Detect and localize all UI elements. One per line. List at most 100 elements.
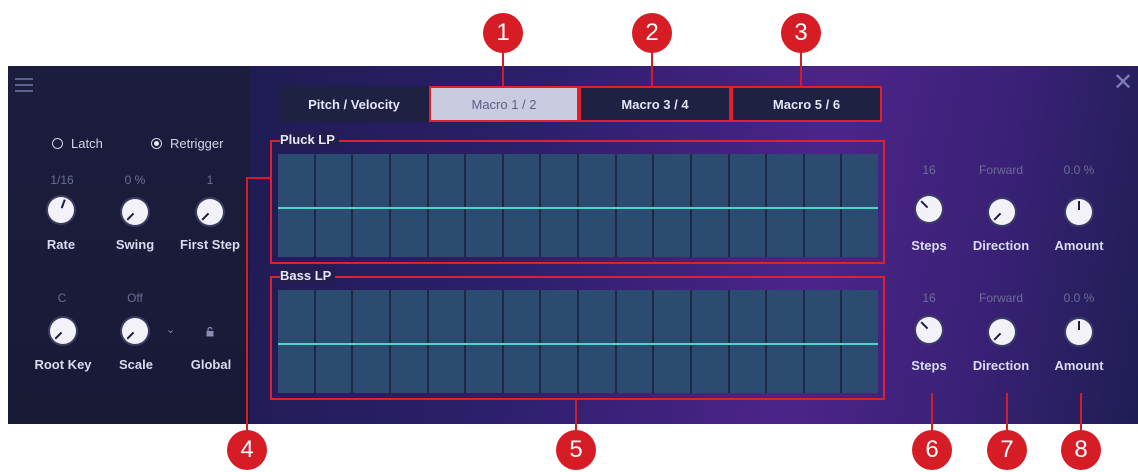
amount-knob[interactable] [1066, 319, 1092, 345]
step-cell[interactable] [842, 290, 878, 393]
step-cell[interactable] [428, 290, 465, 393]
callout-badge: 7 [987, 430, 1027, 470]
step-cell[interactable] [353, 154, 389, 257]
scale-knob[interactable] [122, 318, 148, 344]
first-step-knob[interactable] [197, 199, 223, 225]
callout-line [246, 177, 272, 179]
step-cell[interactable] [729, 290, 766, 393]
root-key-label: Root Key [34, 357, 92, 372]
step-cell[interactable] [390, 154, 427, 257]
lock-icon[interactable] [205, 327, 215, 337]
steps-value: 16 [922, 291, 936, 305]
callout-badge: 4 [227, 430, 267, 470]
rate-knob[interactable] [48, 197, 74, 223]
step-cell[interactable] [654, 154, 690, 257]
step-cell[interactable] [767, 290, 803, 393]
close-icon[interactable]: ✕ [1113, 71, 1133, 95]
step-cell[interactable] [466, 154, 502, 257]
direction-label: Direction [972, 238, 1030, 253]
step-cell[interactable] [691, 154, 728, 257]
latch-label: Latch [71, 136, 103, 151]
direction-label: Direction [972, 358, 1030, 373]
callout-line [931, 393, 933, 435]
direction-value: Forward [978, 291, 1023, 305]
step-value-line [278, 207, 878, 209]
amount-value: 0.0 % [1063, 291, 1095, 305]
callout-line [1080, 393, 1082, 435]
tab-macro-5-6[interactable]: Macro 5 / 6 [731, 86, 882, 122]
lane-title: Bass LP [280, 268, 336, 283]
menu-icon[interactable] [15, 78, 33, 92]
steps-value: 16 [922, 163, 936, 177]
step-cell[interactable] [842, 154, 878, 257]
first-step-value: 1 [206, 173, 214, 187]
steps-label: Steps [911, 238, 947, 253]
step-cell[interactable] [804, 154, 841, 257]
root-key-value: C [57, 291, 67, 305]
callout-badge: 8 [1061, 430, 1101, 470]
step-grid[interactable] [278, 154, 878, 257]
amount-knob[interactable] [1066, 199, 1092, 225]
step-cell[interactable] [315, 290, 352, 393]
sequencer-panel: ✕ Latch Retrigger 1/16 Rate 0 % Swing 1 … [8, 66, 1138, 424]
step-cell[interactable] [616, 154, 653, 257]
step-cell[interactable] [616, 290, 653, 393]
step-cell[interactable] [503, 290, 540, 393]
rate-value: 1/16 [50, 173, 74, 187]
swing-value: 0 % [124, 173, 146, 187]
scale-label: Scale [119, 357, 153, 372]
callout-line [502, 48, 504, 88]
swing-knob[interactable] [122, 199, 148, 225]
amount-value: 0.0 % [1063, 163, 1095, 177]
step-cell[interactable] [579, 154, 615, 257]
direction-knob[interactable] [989, 319, 1015, 345]
callout-badge: 1 [483, 13, 523, 53]
step-cell[interactable] [390, 290, 427, 393]
steps-knob[interactable] [916, 196, 942, 222]
step-cell[interactable] [503, 154, 540, 257]
first-step-label: First Step [180, 237, 240, 252]
direction-knob[interactable] [989, 199, 1015, 225]
callout-badge: 5 [556, 430, 596, 470]
radio-off-icon [52, 138, 63, 149]
step-cell[interactable] [579, 290, 615, 393]
swing-label: Swing [115, 237, 155, 252]
tab-macro-3-4[interactable]: Macro 3 / 4 [579, 86, 731, 122]
step-cell[interactable] [466, 290, 502, 393]
step-cell[interactable] [541, 290, 577, 393]
step-cell[interactable] [691, 290, 728, 393]
step-cell[interactable] [654, 290, 690, 393]
step-cell[interactable] [804, 290, 841, 393]
tab-pitch-velocity[interactable]: Pitch / Velocity [279, 86, 429, 122]
callout-line [800, 48, 802, 88]
step-cell[interactable] [278, 290, 314, 393]
lane-title: Pluck LP [280, 132, 339, 147]
latch-radio[interactable]: Latch [52, 136, 103, 151]
rate-label: Rate [46, 237, 76, 252]
step-cell[interactable] [353, 290, 389, 393]
amount-label: Amount [1054, 238, 1104, 253]
step-cell[interactable] [315, 154, 352, 257]
scale-value: Off [127, 291, 143, 305]
step-grid[interactable] [278, 290, 878, 393]
steps-knob[interactable] [916, 317, 942, 343]
direction-value: Forward [978, 163, 1023, 177]
callout-badge: 2 [632, 13, 672, 53]
step-cell[interactable] [278, 154, 314, 257]
retrigger-label: Retrigger [170, 136, 224, 151]
callout-line [651, 48, 653, 88]
callout-line [1006, 393, 1008, 435]
chevron-down-icon[interactable]: ⌄ [166, 323, 175, 336]
step-cell[interactable] [729, 154, 766, 257]
step-cell[interactable] [541, 154, 577, 257]
global-label: Global [190, 357, 232, 372]
root-key-knob[interactable] [50, 318, 76, 344]
tab-macro-1-2[interactable]: Macro 1 / 2 [429, 86, 579, 122]
callout-line [246, 177, 248, 435]
retrigger-radio[interactable]: Retrigger [151, 136, 223, 151]
radio-on-icon [151, 138, 162, 149]
callout-badge: 6 [912, 430, 952, 470]
step-cell[interactable] [428, 154, 465, 257]
callout-badge: 3 [781, 13, 821, 53]
step-cell[interactable] [767, 154, 803, 257]
